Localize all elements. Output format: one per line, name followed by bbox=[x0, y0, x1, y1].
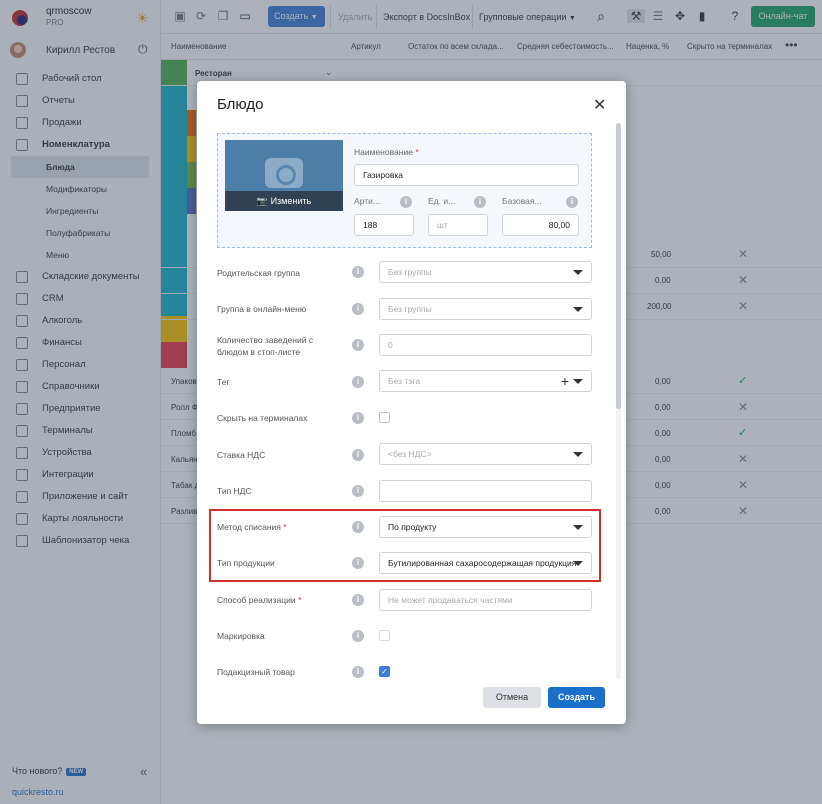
camera-icon: 📷 bbox=[256, 196, 269, 206]
info-icon[interactable]: i bbox=[566, 196, 578, 208]
select-value: По продукту bbox=[388, 522, 437, 532]
dish-dialog: Блюдо ✕ 📷 Изменить Наименование * Газиро… bbox=[197, 81, 626, 724]
caret-down-icon bbox=[573, 561, 583, 566]
field-label: Тип НДС bbox=[217, 486, 252, 496]
info-icon[interactable]: i bbox=[352, 339, 364, 351]
caret-down-icon bbox=[573, 307, 583, 312]
caret-down-icon bbox=[573, 270, 583, 275]
base-price-label: Базовая... bbox=[502, 196, 542, 206]
field-label: Способ реализации * bbox=[217, 594, 301, 606]
select-value: Без группы bbox=[388, 304, 432, 314]
info-icon[interactable]: i bbox=[352, 412, 364, 424]
create-button[interactable]: Создать bbox=[548, 687, 605, 708]
field-label: Ставка НДС bbox=[217, 450, 266, 460]
select-value: Бутилированная сахаросодержащая продукци… bbox=[388, 558, 577, 568]
excise-checkbox[interactable]: ✓ bbox=[379, 666, 390, 677]
field-label: Тег bbox=[217, 377, 230, 387]
required-marker: * bbox=[283, 522, 287, 532]
select-value: Без группы bbox=[388, 267, 432, 277]
field-label: Скрыть на терминалах bbox=[217, 413, 308, 423]
info-icon[interactable]: i bbox=[352, 521, 364, 533]
vat-rate-select[interactable]: <без НДС> bbox=[379, 443, 592, 465]
info-icon[interactable]: i bbox=[352, 557, 364, 569]
info-icon[interactable]: i bbox=[474, 196, 486, 208]
unit-label: Ед. и... bbox=[428, 196, 456, 206]
field-label-text: Способ реализации bbox=[217, 595, 296, 605]
info-icon[interactable]: i bbox=[352, 594, 364, 606]
unit-input[interactable]: шт bbox=[428, 214, 488, 236]
name-input[interactable]: Газировка bbox=[354, 164, 579, 186]
field-label: Метод списания * bbox=[217, 521, 287, 533]
parent-group-select[interactable]: Без группы bbox=[379, 261, 592, 283]
required-marker: * bbox=[415, 147, 419, 157]
article-input[interactable]: 188 bbox=[354, 214, 414, 236]
caret-down-icon bbox=[573, 379, 583, 384]
info-icon[interactable]: i bbox=[400, 196, 412, 208]
change-photo-label: Изменить bbox=[270, 196, 312, 206]
name-label-text: Наименование bbox=[354, 147, 413, 157]
info-icon[interactable]: i bbox=[352, 303, 364, 315]
field-label: Группа в онлайн-меню bbox=[217, 304, 307, 314]
article-label: Арти... bbox=[354, 196, 380, 206]
marking-checkbox[interactable] bbox=[379, 630, 390, 641]
dialog-title: Блюдо bbox=[217, 96, 264, 113]
info-icon[interactable]: i bbox=[352, 630, 364, 642]
select-value: Без тэга bbox=[388, 376, 421, 386]
info-icon[interactable]: i bbox=[352, 485, 364, 497]
write-off-method-select[interactable]: По продукту bbox=[379, 516, 592, 538]
field-label: Подакцизный товар bbox=[217, 667, 295, 677]
plus-icon[interactable]: + bbox=[561, 371, 569, 391]
tag-select[interactable]: Без тэга + bbox=[379, 370, 592, 392]
online-menu-group-select[interactable]: Без группы bbox=[379, 298, 592, 320]
product-type-select[interactable]: Бутилированная сахаросодержащая продукци… bbox=[379, 552, 592, 574]
field-label: Тип продукции bbox=[217, 558, 275, 568]
info-icon[interactable]: i bbox=[352, 666, 364, 678]
base-price-input[interactable]: 80,00 bbox=[502, 214, 579, 236]
cancel-button[interactable]: Отмена bbox=[483, 687, 541, 708]
info-icon[interactable]: i bbox=[352, 376, 364, 388]
field-label: Количество заведений с блюдом в стоп-лис… bbox=[217, 335, 314, 357]
main-info-panel: 📷 Изменить Наименование * Газировка Арти… bbox=[217, 133, 592, 248]
required-marker: * bbox=[298, 595, 302, 605]
caret-down-icon bbox=[573, 452, 583, 457]
close-icon[interactable]: ✕ bbox=[593, 95, 606, 115]
info-icon[interactable]: i bbox=[352, 449, 364, 461]
caret-down-icon bbox=[573, 525, 583, 530]
select-value: <без НДС> bbox=[388, 449, 432, 459]
scrollbar-thumb[interactable] bbox=[616, 123, 621, 409]
sale-method-input[interactable]: Не может продаваться частями bbox=[379, 589, 592, 611]
field-label-text: Метод списания bbox=[217, 522, 281, 532]
info-icon[interactable]: i bbox=[352, 266, 364, 278]
change-photo-button[interactable]: 📷 Изменить bbox=[225, 191, 343, 211]
vat-type-input[interactable] bbox=[379, 480, 592, 502]
name-label: Наименование * bbox=[354, 147, 419, 157]
camera-placeholder-icon bbox=[265, 158, 303, 188]
field-label: Маркировка bbox=[217, 631, 265, 641]
field-label: Родительская группа bbox=[217, 268, 300, 278]
stop-list-count-input[interactable]: 0 bbox=[379, 334, 592, 356]
hide-on-terminals-checkbox[interactable] bbox=[379, 412, 390, 423]
